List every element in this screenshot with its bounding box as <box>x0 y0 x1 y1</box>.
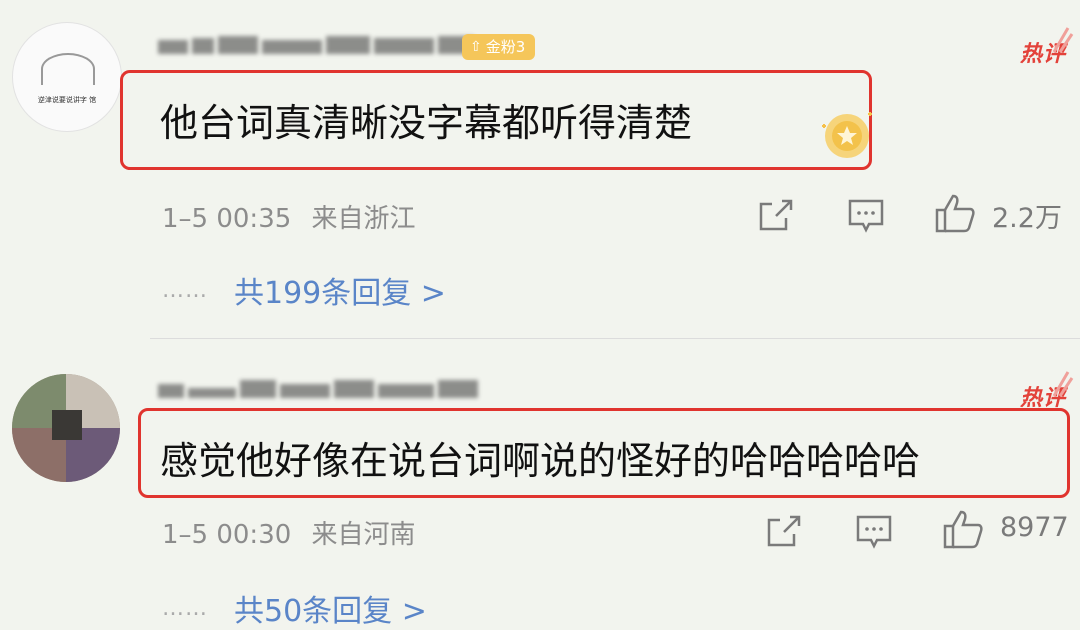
gold-coin-badge-icon <box>822 112 872 158</box>
replies-label: 共50条回复 > <box>234 594 427 629</box>
comment-item: 逆津说要说讲字 馆 ⇧ 金粉3 热评 他台词真清晰没字幕都听得清楚 1–5 00… <box>0 0 1080 340</box>
comment-time: 1–5 00:30 <box>162 520 292 550</box>
view-replies-link[interactable]: …… 共50条回复 > <box>162 586 427 630</box>
comment-time: 1–5 00:35 <box>162 204 292 234</box>
replies-label: 共199条回复 > <box>234 276 446 311</box>
fan-badge[interactable]: ⇧ 金粉3 <box>462 34 536 60</box>
share-icon[interactable] <box>758 198 794 232</box>
comment-location: 来自河南 <box>311 520 416 550</box>
avatar-logo-mark <box>41 53 95 85</box>
dots-separator: …… <box>162 277 208 303</box>
hot-comment-label: 热评 <box>1020 27 1074 68</box>
like-count: 2.2万 <box>992 203 1062 234</box>
divider <box>150 338 1080 339</box>
comment-icon[interactable] <box>847 198 885 234</box>
dots-separator: …… <box>162 595 208 621</box>
comment-text: 感觉他好像在说台词啊说的怪好的哈哈哈哈哈 <box>160 439 921 483</box>
view-replies-link[interactable]: …… 共199条回复 > <box>162 268 446 312</box>
flame-decoration-icon <box>1052 371 1074 397</box>
username-blurred[interactable] <box>158 32 474 54</box>
avatar[interactable]: 逆津说要说讲字 馆 <box>12 22 122 132</box>
username-blurred[interactable] <box>158 376 478 398</box>
comment-icon[interactable] <box>855 514 893 550</box>
like-icon[interactable] <box>934 192 976 234</box>
share-icon[interactable] <box>766 514 802 548</box>
comment-meta: 1–5 00:35 来自浙江 <box>162 198 416 235</box>
comment-meta: 1–5 00:30 来自河南 <box>162 514 416 551</box>
flame-decoration-icon <box>1052 27 1074 53</box>
comment-text: 他台词真清晰没字幕都听得清楚 <box>160 101 693 145</box>
like-icon[interactable] <box>942 508 984 550</box>
like-count: 8977 <box>1000 512 1069 543</box>
comment-item: 热评 感觉他好像在说台词啊说的怪好的哈哈哈哈哈 1–5 00:30 来自河南 8… <box>0 340 1080 630</box>
avatar[interactable] <box>12 374 120 482</box>
avatar-text: 逆津说要说讲字 馆 <box>37 96 97 104</box>
up-arrow-icon: ⇧ <box>470 39 482 55</box>
badge-label: 金粉3 <box>485 38 526 56</box>
comment-location: 来自浙江 <box>311 204 416 234</box>
